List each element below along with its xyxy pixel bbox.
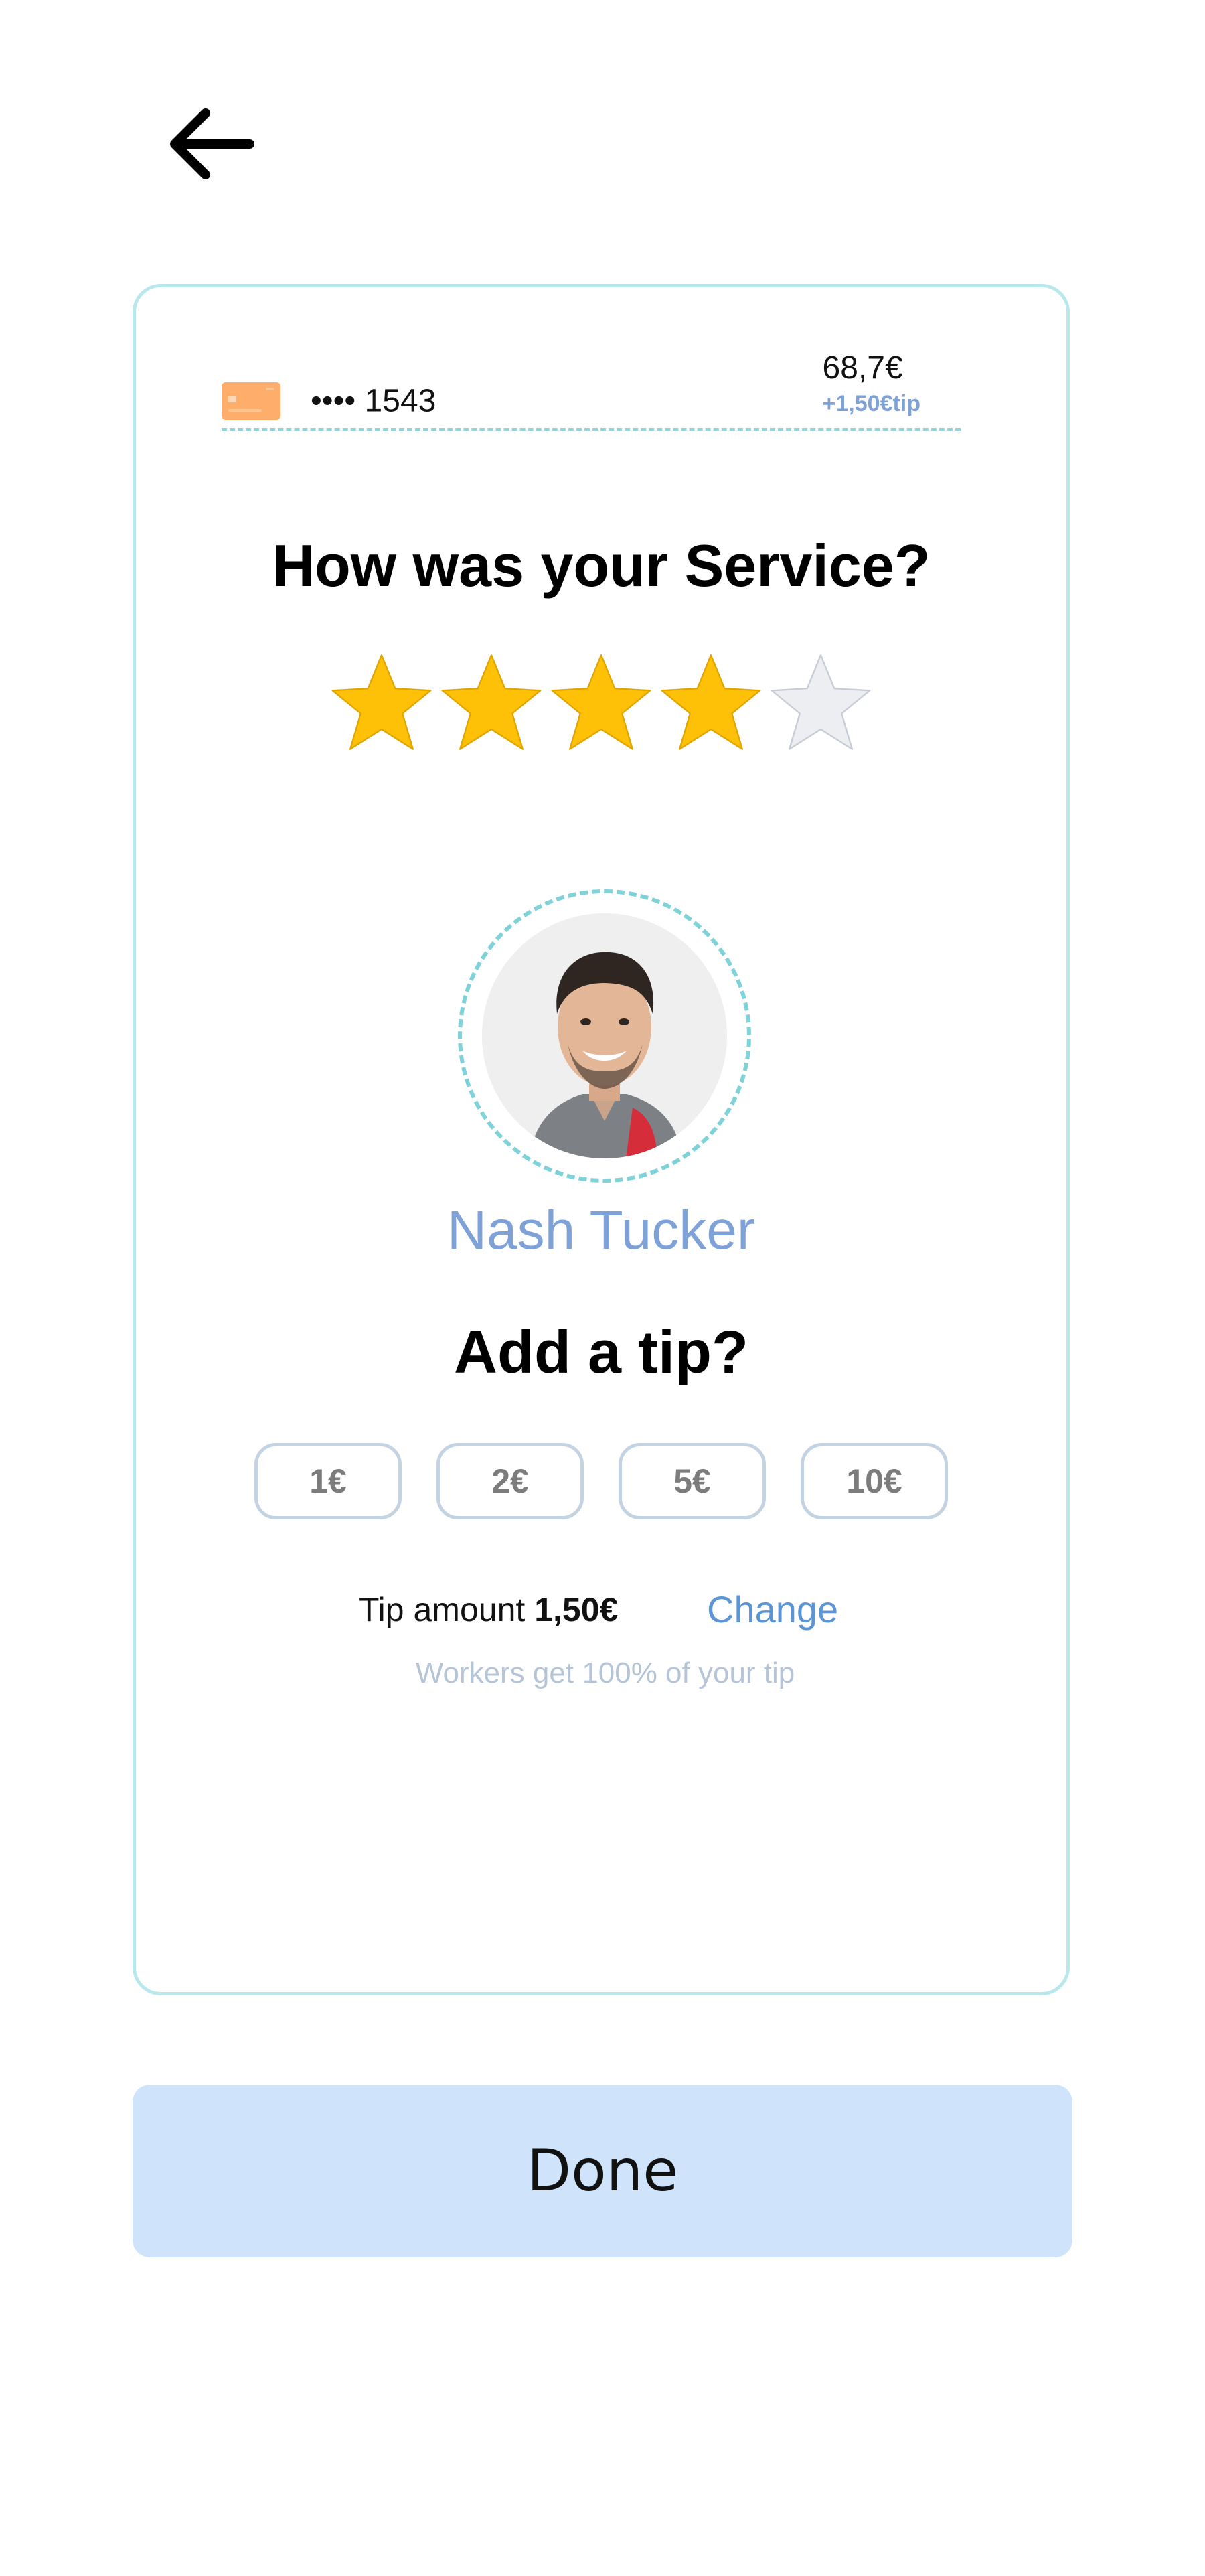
star-rating[interactable] bbox=[136, 651, 1066, 755]
payment-total: 68,7€ +1,50€tip bbox=[823, 348, 920, 419]
arrow-left-icon bbox=[170, 108, 254, 179]
tip-option-5[interactable]: 5€ bbox=[619, 1443, 766, 1519]
dashed-divider bbox=[222, 428, 961, 431]
back-button[interactable] bbox=[161, 100, 261, 187]
tip-option-2[interactable]: 2€ bbox=[436, 1443, 584, 1519]
tip-title: Add a tip? bbox=[454, 1319, 748, 1386]
tip-amount-value: 1,50€ bbox=[534, 1591, 619, 1628]
star-filled-icon[interactable] bbox=[439, 651, 544, 755]
worker-portrait bbox=[482, 913, 727, 1158]
rating-card: •••• 1543 68,7€ +1,50€tip How was your S… bbox=[133, 284, 1070, 1995]
tip-amount: Tip amount 1,50€ bbox=[359, 1583, 618, 1637]
total-price: 68,7€ bbox=[822, 350, 903, 386]
star-filled-icon[interactable] bbox=[549, 651, 653, 755]
star-filled-icon[interactable] bbox=[329, 651, 434, 755]
star-filled-icon[interactable] bbox=[659, 651, 763, 755]
tip-options: 1€ 2€ 5€ 10€ bbox=[136, 1443, 1066, 1519]
tip-included-note: +1,50€tip bbox=[822, 391, 920, 416]
rating-title: How was your Service? bbox=[272, 532, 931, 599]
change-tip-link[interactable]: Change bbox=[707, 1583, 838, 1637]
tip-option-1[interactable]: 1€ bbox=[254, 1443, 402, 1519]
credit-card-icon bbox=[222, 382, 280, 420]
tip-option-10[interactable]: 10€ bbox=[801, 1443, 948, 1519]
tip-note: Workers get 100% of your tip bbox=[415, 1657, 795, 1689]
avatar bbox=[482, 913, 727, 1158]
worker-name: Nash Tucker bbox=[447, 1200, 756, 1261]
tip-amount-row: Tip amount 1,50€ Change bbox=[136, 1583, 1066, 1637]
tip-amount-label: Tip amount bbox=[359, 1591, 526, 1628]
done-button[interactable]: Done bbox=[133, 2085, 1072, 2257]
avatar-ring bbox=[458, 889, 751, 1183]
card-number: •••• 1543 bbox=[311, 383, 436, 419]
star-empty-icon[interactable] bbox=[769, 651, 873, 755]
payment-summary: •••• 1543 68,7€ +1,50€tip bbox=[222, 327, 961, 435]
